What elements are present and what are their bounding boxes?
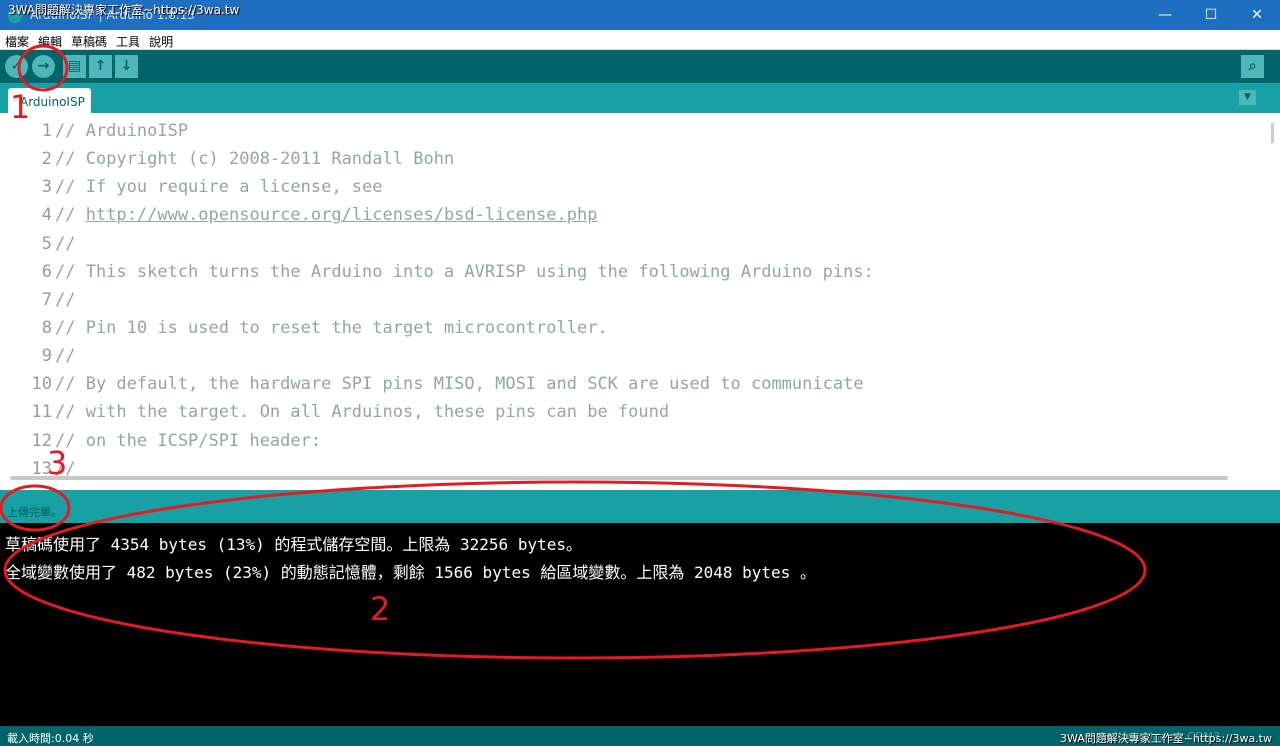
code-line-text: // — [55, 346, 76, 367]
line-number: 3 — [41, 177, 52, 198]
load-time: 載入時間:0.04 秒 — [7, 732, 94, 745]
new-button[interactable]: ▤ — [63, 55, 86, 78]
console-line: 全域變數使用了 482 bytes (23%) 的動態記憶體，剩餘 1566 b… — [5, 563, 816, 582]
console-line: 草稿碼使用了 4354 bytes (13%) 的程式儲存空間。上限為 3225… — [5, 535, 582, 554]
line-number: 5 — [41, 233, 52, 254]
toolbar: ✓ → ▤ ↑ ↓ ⌕ — [0, 50, 1280, 83]
annotation-label-3: 3 — [47, 444, 68, 482]
code-line-text: // Copyright (c) 2008-2011 Randall Bohn — [55, 149, 455, 170]
code-line-text: // ArduinoISP — [55, 121, 189, 141]
code-line[interactable]: // http://www.opensource.org/licenses/bs… — [55, 197, 874, 225]
line-number: 6 — [41, 261, 52, 282]
code-line-text: // — [55, 233, 76, 254]
code-line[interactable]: // This sketch turns the Arduino into a … — [55, 254, 874, 282]
console-output: 草稿碼使用了 4354 bytes (13%) 的程式儲存空間。上限為 3225… — [0, 523, 1280, 726]
title-bar: ArduinoISP | Arduino 1.8.13 3WA問題解決專家工作室… — [0, 0, 1280, 30]
menu-file[interactable]: 檔案 — [0, 30, 33, 50]
code-line-text: // This sketch turns the Arduino into a … — [55, 261, 874, 282]
menu-tools[interactable]: 工具 — [111, 30, 144, 50]
code-line[interactable]: // Pin 10 is used to reset the target mi… — [55, 310, 874, 338]
code-line-text: // — [55, 289, 76, 310]
code-line[interactable]: // — [55, 338, 874, 366]
line-number: 12 — [31, 430, 52, 451]
code-line-text: // If you require a license, see — [55, 177, 383, 198]
open-button[interactable]: ↑ — [89, 55, 112, 78]
line-number: 10 — [31, 374, 52, 395]
menu-edit[interactable]: 編輯 — [33, 30, 66, 50]
code-line-text: // By default, the hardware SPI pins MIS… — [55, 374, 864, 395]
line-number: 7 — [41, 289, 52, 310]
close-button[interactable]: ✕ — [1234, 0, 1280, 30]
watermark: 3WA問題解決專家工作室~https://3wa.tw — [8, 3, 240, 17]
serial-monitor-button[interactable]: ⌕ — [1241, 55, 1264, 78]
menu-help[interactable]: 說明 — [144, 30, 177, 50]
line-number: 9 — [41, 346, 52, 367]
line-number: 13 — [31, 458, 52, 479]
code-line[interactable]: // — [55, 451, 874, 479]
code-line[interactable]: // — [55, 282, 874, 310]
code-link[interactable]: http://www.opensource.org/licenses/bsd-l… — [86, 205, 598, 225]
watermark: 3WA問題解決專家工作室~https://3wa.tw — [1060, 732, 1272, 745]
line-number: 11 — [31, 402, 52, 423]
code-line-text: // with the target. On all Arduinos, the… — [55, 402, 670, 423]
line-number: 8 — [41, 317, 52, 338]
code-line[interactable]: // — [55, 226, 874, 254]
code-line[interactable]: // ArduinoISP — [55, 113, 874, 141]
vertical-scrollbar[interactable] — [1271, 123, 1274, 143]
tab-menu-button[interactable]: ▼ — [1239, 90, 1256, 105]
code-line-text: // on the ICSP/SPI header: — [55, 430, 322, 451]
save-button[interactable]: ↓ — [115, 55, 138, 78]
line-number: 2 — [41, 149, 52, 170]
horizontal-scrollbar[interactable] — [10, 476, 1228, 480]
menu-sketch[interactable]: 草稿碼 — [66, 30, 111, 50]
annotation-label-1: 1 — [10, 88, 31, 126]
bottom-status-bar: 載入時間:0.04 秒 Arduino Uno on COM3 3WA問題解決專… — [0, 726, 1280, 746]
code-line-text: // Pin 10 is used to reset the target mi… — [55, 317, 608, 338]
menu-bar: 檔案 編輯 草稿碼 工具 說明 — [0, 30, 1280, 50]
code-line-text: // — [55, 205, 86, 226]
code-text[interactable]: // ArduinoISP // Copyright (c) 2008-2011 … — [55, 113, 874, 479]
code-line[interactable]: // By default, the hardware SPI pins MIS… — [55, 366, 874, 394]
maximize-button[interactable]: ☐ — [1188, 0, 1234, 30]
code-line[interactable]: // Copyright (c) 2008-2011 Randall Bohn — [55, 141, 874, 169]
annotation-label-2: 2 — [370, 590, 391, 628]
code-line[interactable]: // If you require a license, see — [55, 169, 874, 197]
code-line[interactable]: // on the ICSP/SPI header: — [55, 423, 874, 451]
code-line[interactable]: // with the target. On all Arduinos, the… — [55, 394, 874, 422]
status-bar: 上傳完畢。 — [0, 490, 1280, 523]
minimize-button[interactable]: — — [1142, 0, 1188, 30]
upload-button[interactable]: → — [32, 55, 55, 78]
verify-button[interactable]: ✓ — [5, 55, 28, 78]
line-number: 4 — [41, 205, 52, 226]
code-editor[interactable]: 1 2 3 4 5 6 7 8 9 10 11 12 13 // ArduinoISP// Copyri… — [0, 113, 1280, 490]
line-numbers: 1 2 3 4 5 6 7 8 9 10 11 12 13 — [0, 113, 52, 479]
tab-bar: ArduinoISP ▼ — [0, 83, 1280, 113]
status-message: 上傳完畢。 — [7, 506, 62, 519]
